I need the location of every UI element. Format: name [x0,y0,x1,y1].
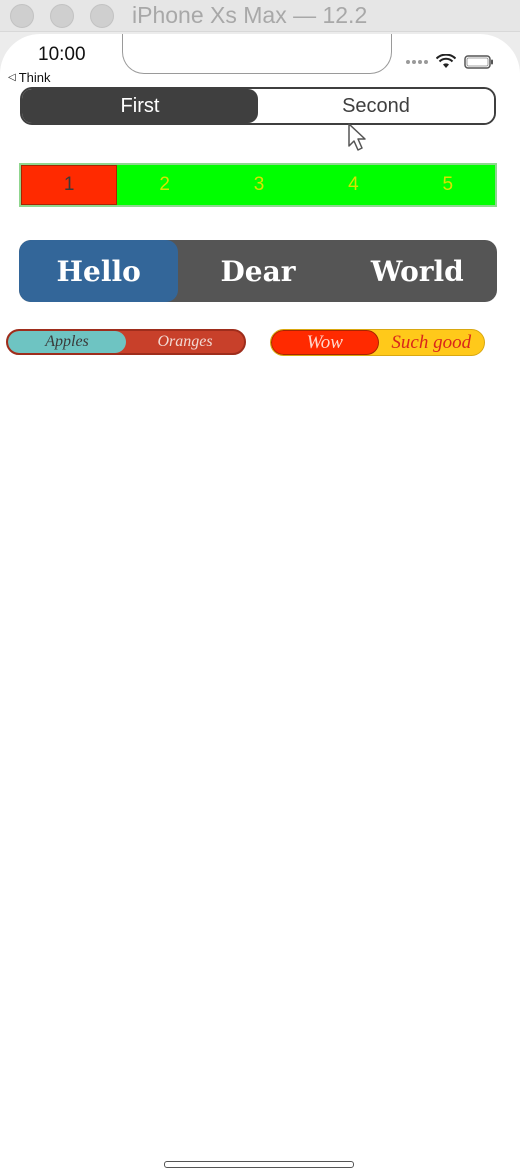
battery-icon [464,54,494,69]
zoom-window-button[interactable] [90,4,114,28]
home-indicator[interactable] [164,1161,354,1168]
segment-such-good[interactable]: Such good [379,330,485,355]
wifi-icon [436,54,456,69]
status-icons [406,54,494,69]
segment-2[interactable]: 2 [117,165,211,205]
segmented-control-numbers[interactable]: 1 2 3 4 5 [19,163,497,207]
minimize-window-button[interactable] [50,4,74,28]
back-arrow-icon: ◁ [8,72,16,83]
segment-1[interactable]: 1 [21,165,118,205]
segment-oranges[interactable]: Oranges [126,331,244,353]
segment-3[interactable]: 3 [212,165,306,205]
back-button-label: Think [18,70,51,85]
device-notch [122,34,392,74]
close-window-button[interactable] [10,4,34,28]
segment-5[interactable]: 5 [401,165,495,205]
segment-dear[interactable]: Dear [178,240,337,302]
mouse-cursor-icon [347,122,369,157]
signal-icon [406,59,428,64]
segment-4[interactable]: 4 [306,165,400,205]
segmented-control-first-second[interactable]: First Second [20,87,496,125]
back-button[interactable]: ◁ Think [8,70,51,85]
segmented-control-hello-dear-world[interactable]: Hello Dear World [19,240,497,302]
segment-wow[interactable]: Wow [271,330,379,355]
segmented-control-fruits[interactable]: Apples Oranges [6,329,246,355]
segment-hello[interactable]: Hello [19,240,179,302]
segment-apples[interactable]: Apples [8,331,126,353]
segment-world[interactable]: World [338,240,497,302]
device-screen: 10:00 ◁ Think First Second 1 2 3 4 5 Hel… [0,34,520,1176]
segment-first[interactable]: First [22,89,258,123]
window-title: iPhone Xs Max — 12.2 [132,2,368,28]
simulator-title-bar: iPhone Xs Max — 12.2 [0,0,520,32]
segmented-control-wow[interactable]: Wow Such good [270,329,485,356]
segment-second[interactable]: Second [258,89,494,123]
status-time: 10:00 [38,44,86,65]
